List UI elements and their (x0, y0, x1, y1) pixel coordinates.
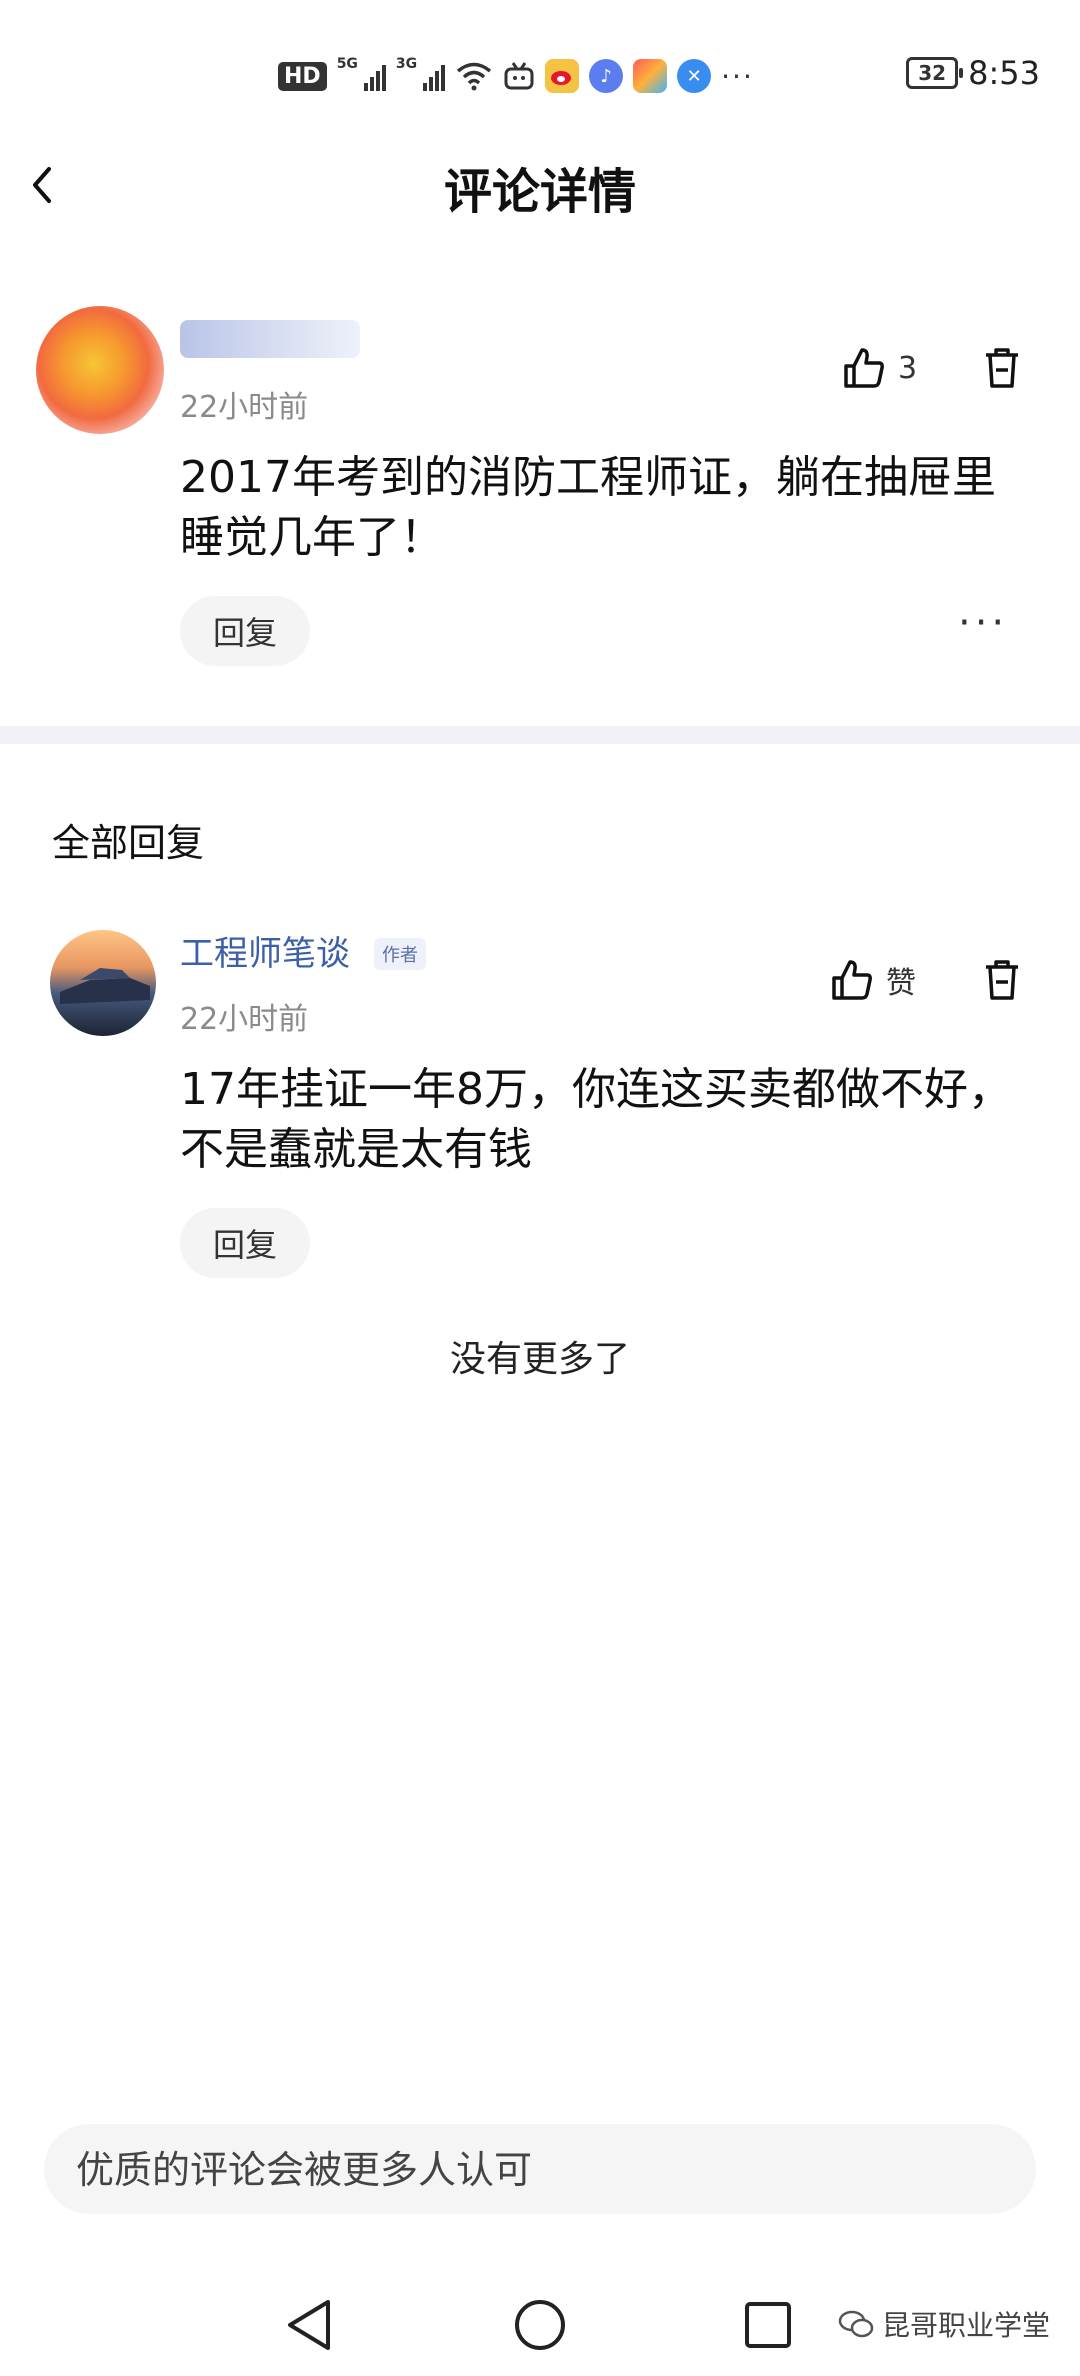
comment-input[interactable] (74, 2124, 978, 2216)
browser-icon: ✕ (677, 59, 712, 93)
battery-icon: 32 (906, 57, 964, 89)
wifi-icon (457, 62, 492, 91)
section-title: 全部回复 (52, 821, 205, 865)
system-nav-bar: 昆哥职业学堂 (0, 2270, 1080, 2376)
username-blurred[interactable] (180, 320, 360, 358)
clock: 8:53 (968, 54, 1040, 92)
end-of-list: 没有更多了 (449, 1339, 630, 1380)
nav-recents-button[interactable] (733, 2290, 803, 2360)
thumbs-up-icon (832, 960, 872, 1000)
more-icon: ··· (721, 59, 754, 93)
thumbs-up-icon (844, 348, 884, 388)
watermark-text: 昆哥职业学堂 (881, 2309, 1050, 2342)
music-icon: ♪ (589, 59, 624, 93)
delete-button[interactable] (982, 958, 1022, 1006)
net2-label: 3G (395, 56, 418, 72)
trash-icon (986, 348, 1018, 388)
trash-icon (986, 960, 1018, 1000)
comment-text: 2017年考到的消防工程师证，躺在抽屉里睡觉几年了！ (180, 452, 996, 563)
circle-home-icon (515, 2300, 565, 2350)
delete-button[interactable] (982, 346, 1022, 394)
like-label: 赞 (886, 966, 916, 1001)
avatar[interactable] (50, 930, 156, 1036)
avatar[interactable] (36, 306, 164, 434)
comment-input-bar[interactable] (44, 2124, 1036, 2216)
author-badge: 作者 (374, 938, 426, 970)
author-name[interactable]: 工程师笔谈 (180, 926, 350, 975)
avatar-photo-graphic (60, 968, 150, 1004)
reply-button[interactable]: 回复 (180, 1208, 310, 1278)
status-icons: HD 5G 3G ♪ ✕ ··· (278, 56, 754, 96)
reply-text: 17年挂证一年8万，你连这买卖都做不好，不是蠢就是太有钱 (180, 1064, 1012, 1175)
like-button[interactable]: 赞 (830, 958, 916, 1002)
like-count: 3 (898, 350, 918, 386)
wechat-icon (838, 2310, 874, 2338)
app-icon (633, 59, 668, 93)
hd-icon: HD (278, 61, 327, 91)
signal-3g-icon (423, 61, 446, 91)
watermark: 昆哥职业学堂 (838, 2304, 1050, 2344)
status-bar: HD 5G 3G ♪ ✕ ··· 32 8:53 (0, 0, 1080, 150)
square-recents-icon (745, 2302, 791, 2348)
comment-time: 22小时前 (180, 390, 309, 425)
triangle-back-icon (288, 2300, 330, 2350)
net1-label: 5G (336, 56, 358, 72)
reply-time: 22小时前 (180, 1002, 309, 1037)
like-button[interactable]: 3 (842, 346, 917, 390)
nav-home-button[interactable] (505, 2290, 575, 2360)
more-options-button[interactable]: ··· (958, 600, 1008, 646)
bilibili-icon (504, 62, 534, 90)
weibo-icon (545, 59, 580, 93)
reply-button[interactable]: 回复 (180, 596, 310, 666)
status-right: 32 8:53 (906, 54, 1040, 92)
nav-back-button[interactable] (274, 2290, 344, 2360)
section-divider (0, 726, 1080, 744)
page-title: 评论详情 (443, 164, 636, 220)
signal-5g-icon (363, 61, 386, 91)
